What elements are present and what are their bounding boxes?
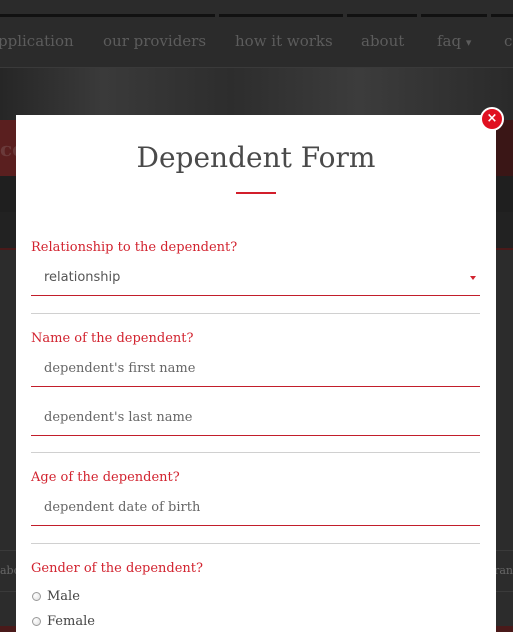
modal-title: Dependent Form <box>136 141 376 174</box>
nav-item-contact[interactable]: c <box>504 32 512 50</box>
date-of-birth-placeholder: dependent date of birth <box>44 500 201 515</box>
close-button[interactable]: × <box>480 107 504 131</box>
relationship-label: Relationship to the dependent? <box>31 240 238 255</box>
title-underline <box>236 192 276 194</box>
nav-item-how-it-works[interactable]: how it works <box>235 32 333 50</box>
relationship-select[interactable]: relationship <box>31 262 480 296</box>
first-name-input[interactable]: dependent's first name <box>31 353 480 387</box>
gender-option-male[interactable]: Male <box>32 589 80 604</box>
nav-item-faq-label: faq <box>437 32 462 50</box>
last-name-placeholder: dependent's last name <box>44 410 193 425</box>
hero-banner <box>0 68 513 120</box>
nav-divider <box>491 14 513 17</box>
close-icon: × <box>486 111 498 126</box>
radio-male[interactable] <box>32 592 41 601</box>
nav-item-about[interactable]: about <box>361 32 404 50</box>
radio-male-label: Male <box>47 589 80 604</box>
first-name-placeholder: dependent's first name <box>44 361 196 376</box>
nav-divider <box>347 14 417 17</box>
nav-divider <box>421 14 487 17</box>
dependent-form-modal: Dependent Form Relationship to the depen… <box>16 115 496 632</box>
nav-divider <box>0 14 215 17</box>
gender-label: Gender of the dependent? <box>31 561 203 576</box>
date-of-birth-input[interactable]: dependent date of birth <box>31 492 480 526</box>
name-label: Name of the dependent? <box>31 331 194 346</box>
divider <box>31 452 480 453</box>
radio-female-label: Female <box>47 614 95 629</box>
nav-divider <box>219 14 343 17</box>
nav-item-our-providers[interactable]: our providers <box>103 32 206 50</box>
divider <box>31 543 480 544</box>
nav-item-faq[interactable]: faq ▾ <box>437 32 471 50</box>
last-name-input[interactable]: dependent's last name <box>31 402 480 436</box>
navbar: pplication our providers how it works ab… <box>0 0 513 68</box>
relationship-selected-value: relationship <box>44 270 121 285</box>
nav-item-application[interactable]: pplication <box>0 32 74 50</box>
radio-female[interactable] <box>32 617 41 626</box>
background-side-text: ran <box>494 564 513 577</box>
gender-option-female[interactable]: Female <box>32 614 95 629</box>
chevron-down-icon: ▾ <box>465 36 472 49</box>
chevron-down-icon <box>470 276 476 280</box>
age-label: Age of the dependent? <box>31 470 180 485</box>
divider <box>31 313 480 314</box>
